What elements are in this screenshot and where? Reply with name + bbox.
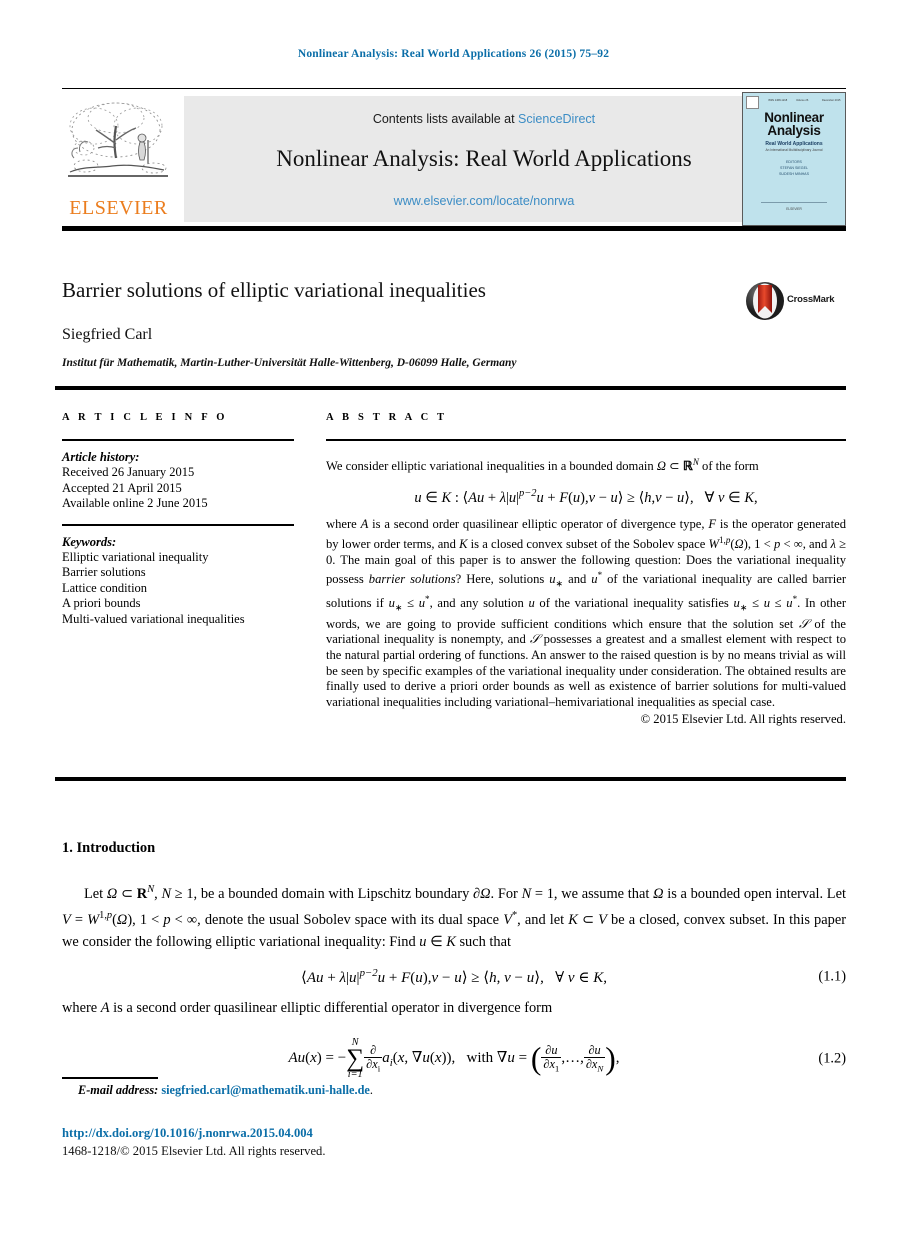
doi-link[interactable]: http://dx.doi.org/10.1016/j.nonrwa.2015.… <box>62 1126 313 1141</box>
equation-1-2-number: (1.2) <box>818 1050 846 1067</box>
crossmark-icon <box>746 282 784 320</box>
equation-1-1-body: ⟨Au + λ|u|p−2u + F(u),v − u⟩ ≥ ⟨h, v − u… <box>301 967 607 987</box>
history-item: Available online 2 June 2015 <box>62 496 208 511</box>
cover-divider <box>761 202 827 203</box>
elsevier-wordmark: ELSEVIER <box>69 197 168 219</box>
introduction-section: 1. Introduction Let Ω ⊂ RN, N ≥ 1, be a … <box>62 840 846 1091</box>
abstract-column: A B S T R A C T We consider elliptic var… <box>326 412 846 728</box>
cover-editors: EDITORS STEFAN SIEGEL SUDESH MINHAS <box>779 160 809 176</box>
cover-title-line2: Analysis <box>767 123 821 138</box>
journal-title: Nonlinear Analysis: Real World Applicati… <box>276 146 692 171</box>
header-divider-rule <box>55 386 846 390</box>
masthead-bottom-rule <box>62 226 846 231</box>
equation-1-2-body: Au(x) = − N ∑ i=1 ∂ ∂xi ai(x, ∇u(x)), with ∇u … <box>288 1036 620 1080</box>
keywords-label: Keywords: <box>62 534 117 549</box>
history-label: Article history: <box>62 450 140 464</box>
email-label: E-mail address: <box>78 1083 159 1097</box>
cover-top-row: ISSN 1468-1218 Volume 26 December 2015 <box>746 96 842 109</box>
article-info-column: A R T I C L E I N F O Article history: R… <box>62 412 294 627</box>
cover-footer: ELSEVIER <box>786 207 802 211</box>
equation-1-2: Au(x) = − N ∑ i=1 ∂ ∂xi ai(x, ∇u(x)), with ∇u … <box>62 1036 846 1080</box>
running-head: Nonlinear Analysis: Real World Applicati… <box>297 48 610 60</box>
masthead-band: Contents lists available at ScienceDirec… <box>184 96 784 222</box>
contents-text: Contents lists available at <box>372 112 519 126</box>
article-info-heading: A R T I C L E I N F O <box>62 412 228 423</box>
cover-elsevier-mark <box>746 96 759 109</box>
cover-subtitle: Real World Applications <box>765 141 823 147</box>
issn-copyright-line: 1468-1218/© 2015 Elsevier Ltd. All right… <box>62 1144 326 1158</box>
elsevier-logo: ELSEVIER <box>62 96 175 222</box>
abstract-heading: A B S T R A C T <box>326 412 448 423</box>
intro-paragraph-2: where A is a second order quasilinear el… <box>62 1000 553 1017</box>
email-period: . <box>369 1083 373 1097</box>
keyword-item: A priori bounds <box>62 596 141 611</box>
equation-1-1: ⟨Au + λ|u|p−2u + F(u),v − u⟩ ≥ ⟨h, v − u… <box>62 967 846 987</box>
cover-subtitle2: An International Multidisciplinary Journ… <box>765 148 823 152</box>
keyword-item: Elliptic variational inequality <box>62 550 209 565</box>
footnote-rule <box>62 1077 158 1079</box>
journal-url-link[interactable]: www.elsevier.com/locate/nonrwa <box>184 194 784 208</box>
page-title: Barrier solutions of elliptic variationa… <box>62 278 486 302</box>
history-item: Received 26 January 2015 <box>62 465 195 480</box>
footnote-email: E-mail address: siegfried.carl@mathemati… <box>78 1083 373 1098</box>
equation-1-1-number: (1.1) <box>818 968 846 985</box>
abstract-lead: We consider elliptic variational inequal… <box>326 457 759 474</box>
paper-page: Nonlinear Analysis: Real World Applicati… <box>0 0 907 1238</box>
keyword-item: Multi-valued variational inequalities <box>62 611 245 626</box>
keywords-block: Keywords: Elliptic variational inequalit… <box>62 535 294 627</box>
journal-cover-thumbnail[interactable]: ISSN 1468-1218 Volume 26 December 2015 N… <box>742 92 846 226</box>
contents-line: Contents lists available at ScienceDirec… <box>184 112 784 126</box>
keyword-item: Barrier solutions <box>62 565 146 580</box>
cover-title: Nonlinear Analysis <box>743 111 845 138</box>
abstract-copyright: © 2015 Elsevier Ltd. All rights reserved… <box>640 712 846 727</box>
info-rule-2 <box>62 523 294 526</box>
info-rule-1 <box>62 439 294 441</box>
crossmark-badge[interactable]: CrossMark <box>745 281 845 321</box>
abstract-equation: u ∈ K : ⟨Au + λ|u|p−2u + F(u),v − u⟩ ≥ ⟨… <box>414 487 758 506</box>
keyword-item: Lattice condition <box>62 580 148 595</box>
masthead-top-rule <box>62 88 846 90</box>
intro-paragraph-1: Let Ω ⊂ RN, N ≥ 1, be a bounded domain w… <box>62 884 847 950</box>
cover-meta-right: December 2015 <box>822 99 841 102</box>
history-item: Accepted 21 April 2015 <box>62 480 182 495</box>
abstract-bottom-rule <box>55 777 846 781</box>
cover-meta-mid: Volume 26 <box>796 99 809 102</box>
article-history: Article history: Received 26 January 201… <box>62 450 294 512</box>
sciencedirect-link[interactable]: ScienceDirect <box>518 112 595 126</box>
journal-masthead: ELSEVIER Contents lists available at Sci… <box>62 88 846 231</box>
abstract-body: We consider elliptic variational inequal… <box>326 455 846 728</box>
crossmark-label: CrossMark <box>787 294 835 305</box>
section-heading: 1. Introduction <box>62 840 156 856</box>
abstract-text: where A is a second order quasilinear el… <box>326 517 847 709</box>
email-link[interactable]: siegfried.carl@mathematik.uni-halle.de <box>161 1083 370 1097</box>
elsevier-tree-icon <box>64 96 172 194</box>
author-affiliation: Institut für Mathematik, Martin-Luther-U… <box>62 357 517 369</box>
cover-meta-left: ISSN 1468-1218 <box>768 99 788 102</box>
author-name: Siegfried Carl <box>62 326 153 343</box>
abstract-rule <box>326 439 846 441</box>
